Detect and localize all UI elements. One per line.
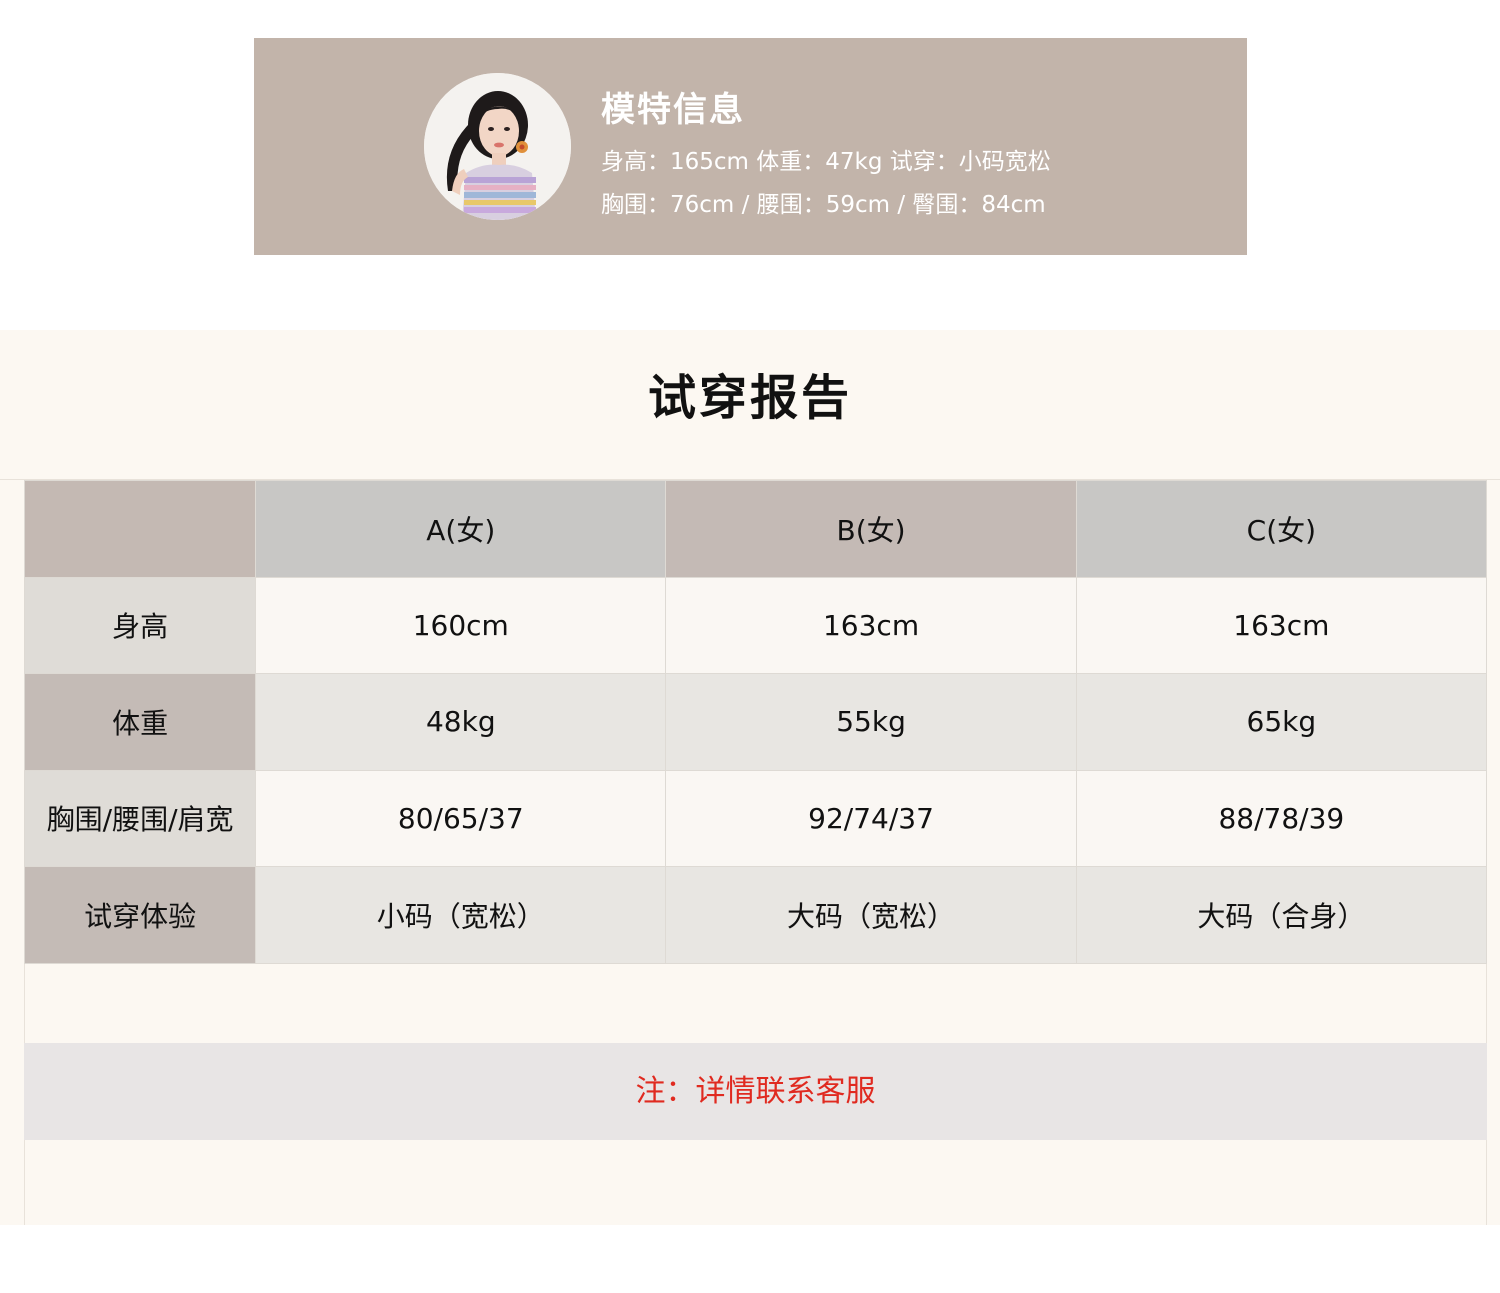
table-header-cell: A(女) (255, 480, 667, 578)
table-cell: 48kg (255, 673, 667, 771)
table-cell: 88/78/39 (1075, 769, 1488, 867)
row-label: 胸围/腰围/肩宽 (23, 769, 257, 867)
model-info-title: 模特信息 (601, 90, 745, 130)
table-cell: 55kg (665, 673, 1077, 771)
model-info-card: 模特信息 身高：165cm 体重：47kg 试穿：小码宽松 胸围：76cm / … (254, 38, 1247, 255)
contact-note: 注：详情联系客服 (24, 1043, 1487, 1140)
table-cell: 65kg (1075, 673, 1488, 771)
table-header-cell (23, 480, 257, 578)
row-label: 试穿体验 (23, 866, 257, 964)
table-cell: 大码（宽松） (665, 866, 1077, 964)
row-label: 身高 (23, 576, 257, 674)
table-cell: 80/65/37 (255, 769, 667, 867)
table-header-row: A(女) B(女) C(女) (23, 480, 1488, 578)
table-cell: 163cm (665, 576, 1077, 674)
row-label: 体重 (23, 673, 257, 771)
trial-report-section: 试穿报告 A(女) B(女) C(女) 身高 160cm 163cm 163cm… (0, 330, 1500, 1225)
table-cell: 163cm (1075, 576, 1488, 674)
model-avatar (424, 73, 571, 220)
table-header-cell: C(女) (1075, 480, 1488, 578)
table-cell: 小码（宽松） (255, 866, 667, 964)
table-cell: 92/74/37 (665, 769, 1077, 867)
table-cell: 大码（合身） (1075, 866, 1488, 964)
model-stats-line-1: 身高：165cm 体重：47kg 试穿：小码宽松 (601, 149, 1051, 175)
table-cell: 160cm (255, 576, 667, 674)
table-header-cell: B(女) (665, 480, 1077, 578)
table-row: 身高 160cm 163cm 163cm (23, 576, 1488, 674)
table-row: 试穿体验 小码（宽松） 大码（宽松） 大码（合身） (23, 866, 1488, 964)
table-row: 体重 48kg 55kg 65kg (23, 673, 1488, 771)
report-title: 试穿报告 (647, 370, 852, 426)
table-row: 胸围/腰围/肩宽 80/65/37 92/74/37 88/78/39 (23, 769, 1488, 867)
model-photo-icon (424, 73, 571, 220)
trial-report-table: A(女) B(女) C(女) 身高 160cm 163cm 163cm 体重 4… (23, 480, 1488, 964)
model-stats-line-2: 胸围：76cm / 腰围：59cm / 臀围：84cm (601, 192, 1046, 218)
